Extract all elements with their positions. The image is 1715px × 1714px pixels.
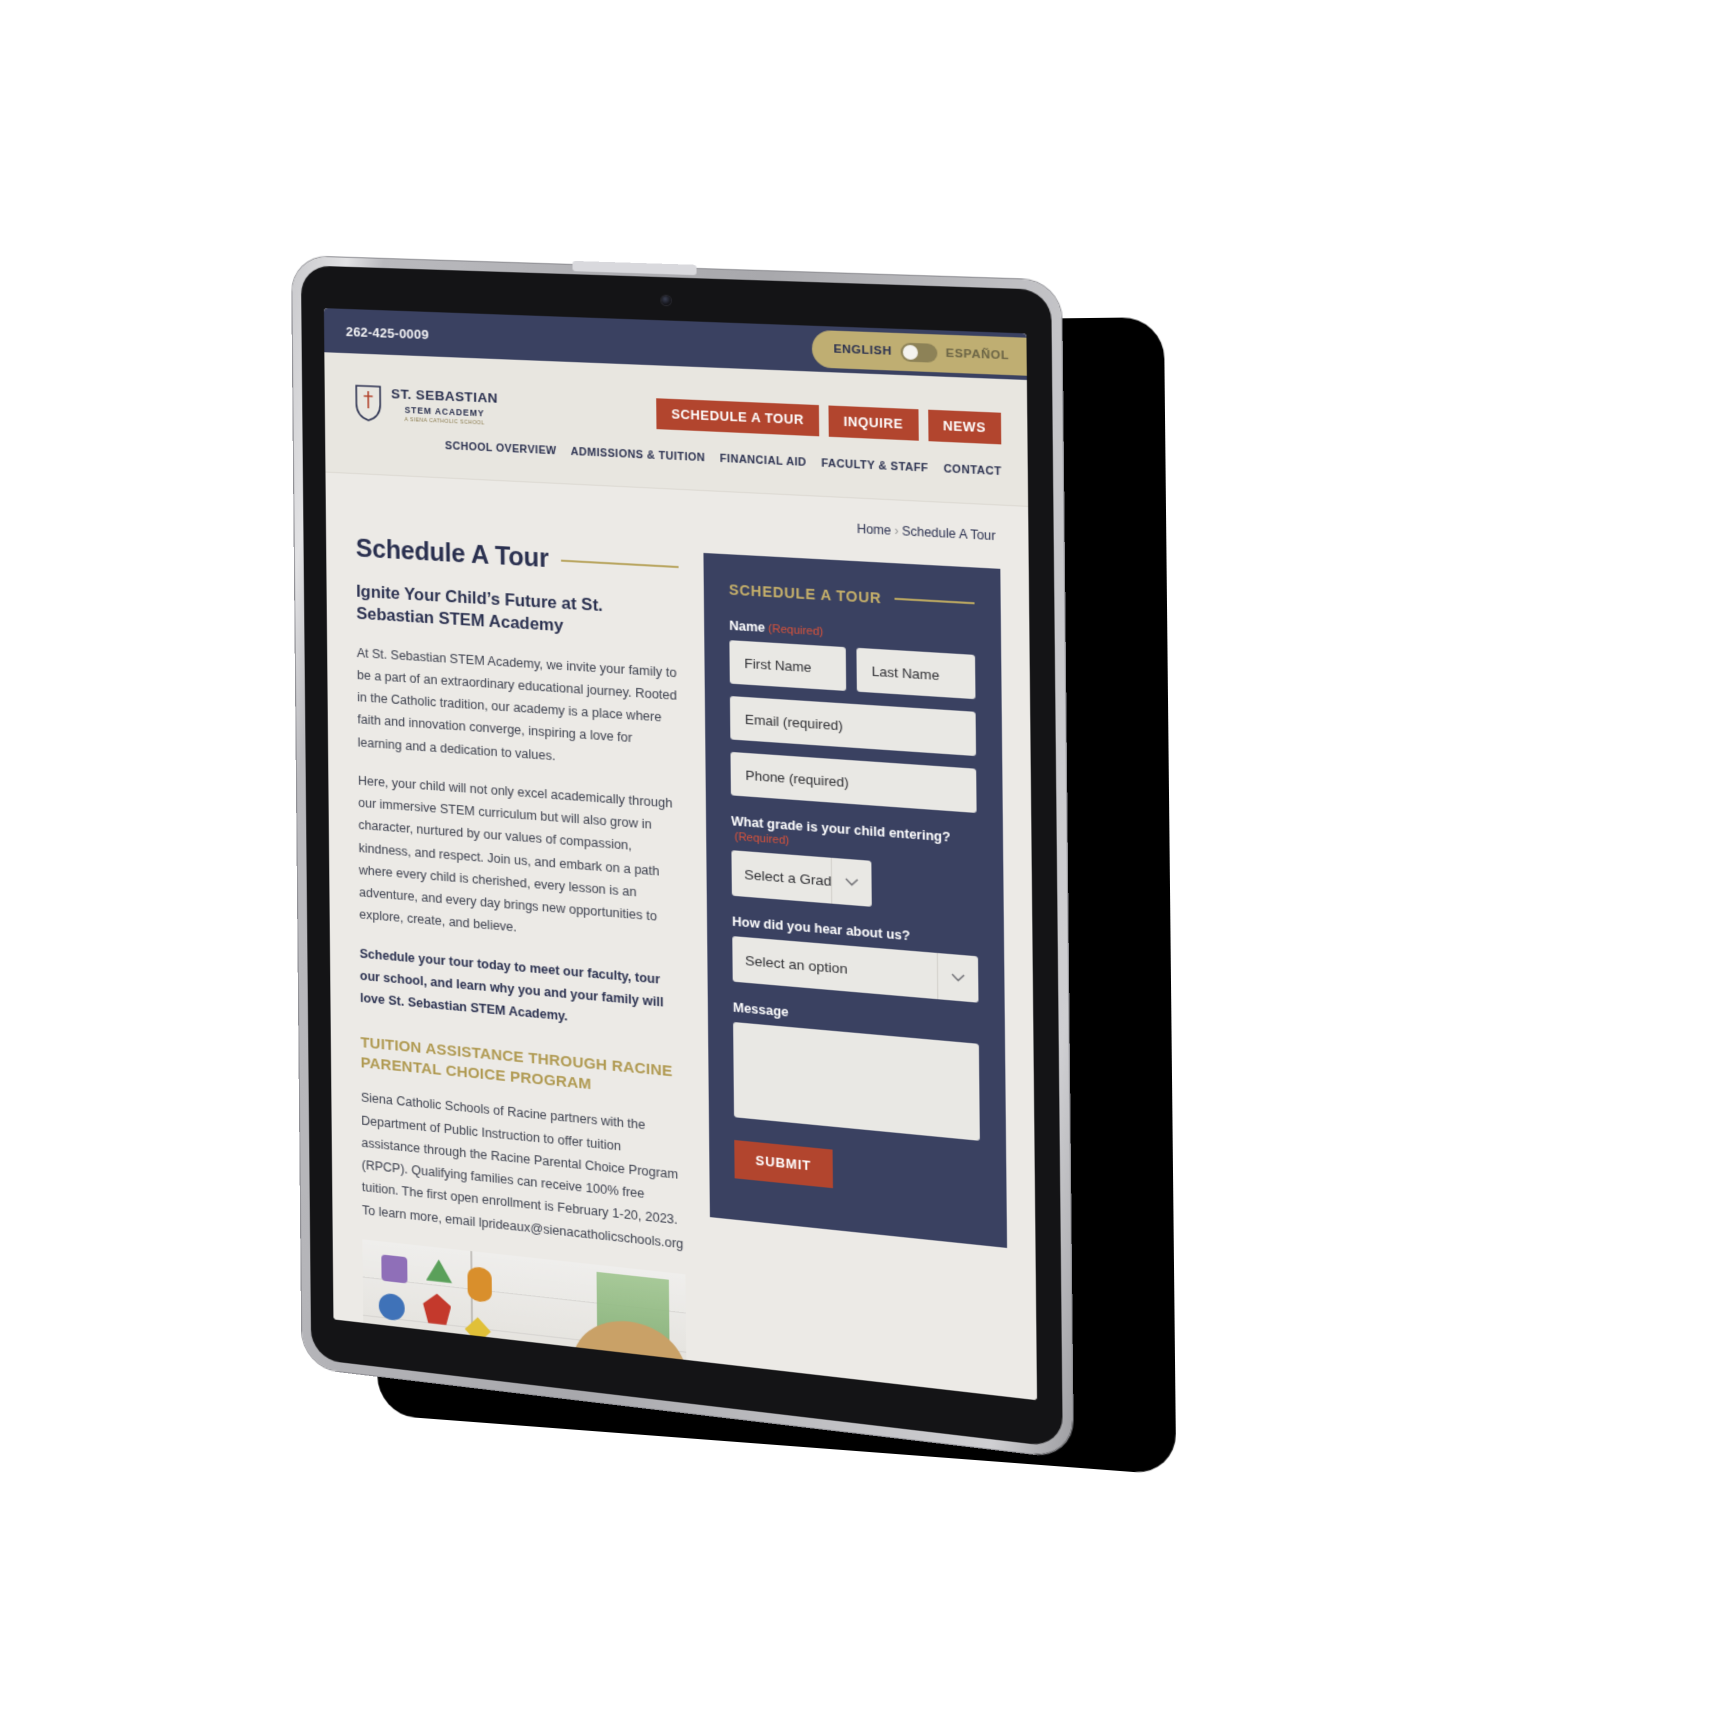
email-field-wrap [729,696,977,757]
phone-field-wrap [730,751,977,813]
breadcrumb-home[interactable]: Home [857,521,891,537]
grade-required-marker: (Required) [734,830,790,848]
name-required-marker: (Required) [768,622,824,639]
nav-item-admissions-tuition[interactable]: ADMISSIONS & TUITION [571,446,705,465]
left-column: Schedule A Tour Ignite Your Child’s Futu… [356,534,688,1401]
paragraph-4: Siena Catholic Schools of Racine partner… [360,1090,684,1251]
paragraph-2: Here, your child will not only excel aca… [357,773,673,935]
chevron-down-icon[interactable] [830,857,872,907]
tablet-antenna-strip [572,260,697,276]
camera-icon [661,295,671,306]
page-title-row: Schedule A Tour [356,534,679,581]
hear-about-us-value: Select an option [745,952,848,977]
tablet-body: 262-425-0009 ENGLISH ESPAÑOL ST. SEBASTI… [292,256,1073,1459]
page-title: Schedule A Tour [355,534,549,574]
first-name-input[interactable] [729,640,847,691]
hear-about-us-select[interactable]: Select an option [732,936,979,1003]
paragraph-3-bold: Schedule your tour today to meet our fac… [359,946,664,1024]
shape-rectangle-icon [382,1335,409,1363]
nav-item-contact[interactable]: CONTACT [943,463,1001,478]
name-fields-row [729,640,976,700]
logo-name: ST. SEBASTIAN [390,386,499,406]
logo-tagline: A SIENA CATHOLIC SCHOOL [404,416,485,427]
photo-child-a-hair [543,1344,608,1401]
photo-child-a [543,1352,609,1401]
news-button[interactable]: NEWS [927,409,1002,444]
schedule-tour-form: SCHEDULE A TOUR Name (Required) First Na… [703,552,1008,1248]
title-gold-rule [560,559,679,568]
shape-oval-icon [467,1265,492,1304]
shape-dot-icon [426,1338,451,1366]
breadcrumb-separator: › [894,523,899,539]
schedule-a-tour-button[interactable]: SCHEDULE A TOUR [656,398,820,436]
site-logo[interactable]: ST. SEBASTIAN STEM ACADEMY A SIENA CATHO… [354,384,498,429]
form-heading-row: SCHEDULE A TOUR [729,581,975,612]
header-cta-group: SCHEDULE A TOUR INQUIRE NEWS [656,398,1002,444]
content-area: Home › Schedule A Tour Schedule A Tour I… [325,472,1038,1401]
form-gold-rule [894,597,975,605]
name-label-text: Name [729,618,766,636]
main-navigation: SCHOOL OVERVIEW ADMISSIONS & TUITION FIN… [445,440,1002,478]
shape-square-icon [381,1254,408,1284]
logo-wordmark: ST. SEBASTIAN STEM ACADEMY A SIENA CATHO… [391,386,498,427]
tablet-bezel: 262-425-0009 ENGLISH ESPAÑOL ST. SEBASTI… [300,265,1063,1448]
message-textarea[interactable] [733,1021,980,1141]
paragraph-1: At St. Sebastian STEM Academy, we invite… [356,645,678,763]
classroom-photo [362,1239,688,1401]
toggle-switch-icon[interactable] [900,342,938,363]
nav-item-school-overview[interactable]: SCHOOL OVERVIEW [445,440,557,457]
webpage: 262-425-0009 ENGLISH ESPAÑOL ST. SEBASTI… [323,308,1038,1401]
sub-heading: Ignite Your Child’s Future at St. Sebast… [356,582,604,636]
tablet-screen: 262-425-0009 ENGLISH ESPAÑOL ST. SEBASTI… [323,308,1038,1401]
screenshot-stage: 262-425-0009 ENGLISH ESPAÑOL ST. SEBASTI… [0,0,1715,1714]
phone-number-link[interactable]: 262-425-0009 [346,323,429,341]
language-spanish-label[interactable]: ESPAÑOL [946,347,1010,362]
nav-item-financial-aid[interactable]: FINANCIAL AID [720,453,807,469]
grade-select-value: Select a Grade [744,866,832,889]
language-toggle[interactable]: ENGLISH ESPAÑOL [811,329,1027,376]
last-name-input[interactable] [856,647,976,700]
nav-item-faculty-staff[interactable]: FACULTY & STAFF [821,457,928,475]
form-heading: SCHEDULE A TOUR [728,581,882,607]
submit-button[interactable]: SUBMIT [734,1139,833,1188]
right-column: SCHEDULE A TOUR Name (Required) First Na… [703,552,1008,1248]
inquire-button[interactable]: INQUIRE [828,405,919,441]
tablet-device: 262-425-0009 ENGLISH ESPAÑOL ST. SEBASTI… [292,256,1073,1459]
chevron-down-icon-2[interactable] [936,952,979,1003]
two-column-layout: Schedule A Tour Ignite Your Child’s Futu… [326,509,1037,1401]
phone-input[interactable] [730,751,977,813]
email-input[interactable] [729,696,977,757]
language-english-label[interactable]: ENGLISH [833,343,892,358]
shield-crest-icon [354,384,382,423]
grade-select[interactable]: Select a Grade [731,850,872,907]
